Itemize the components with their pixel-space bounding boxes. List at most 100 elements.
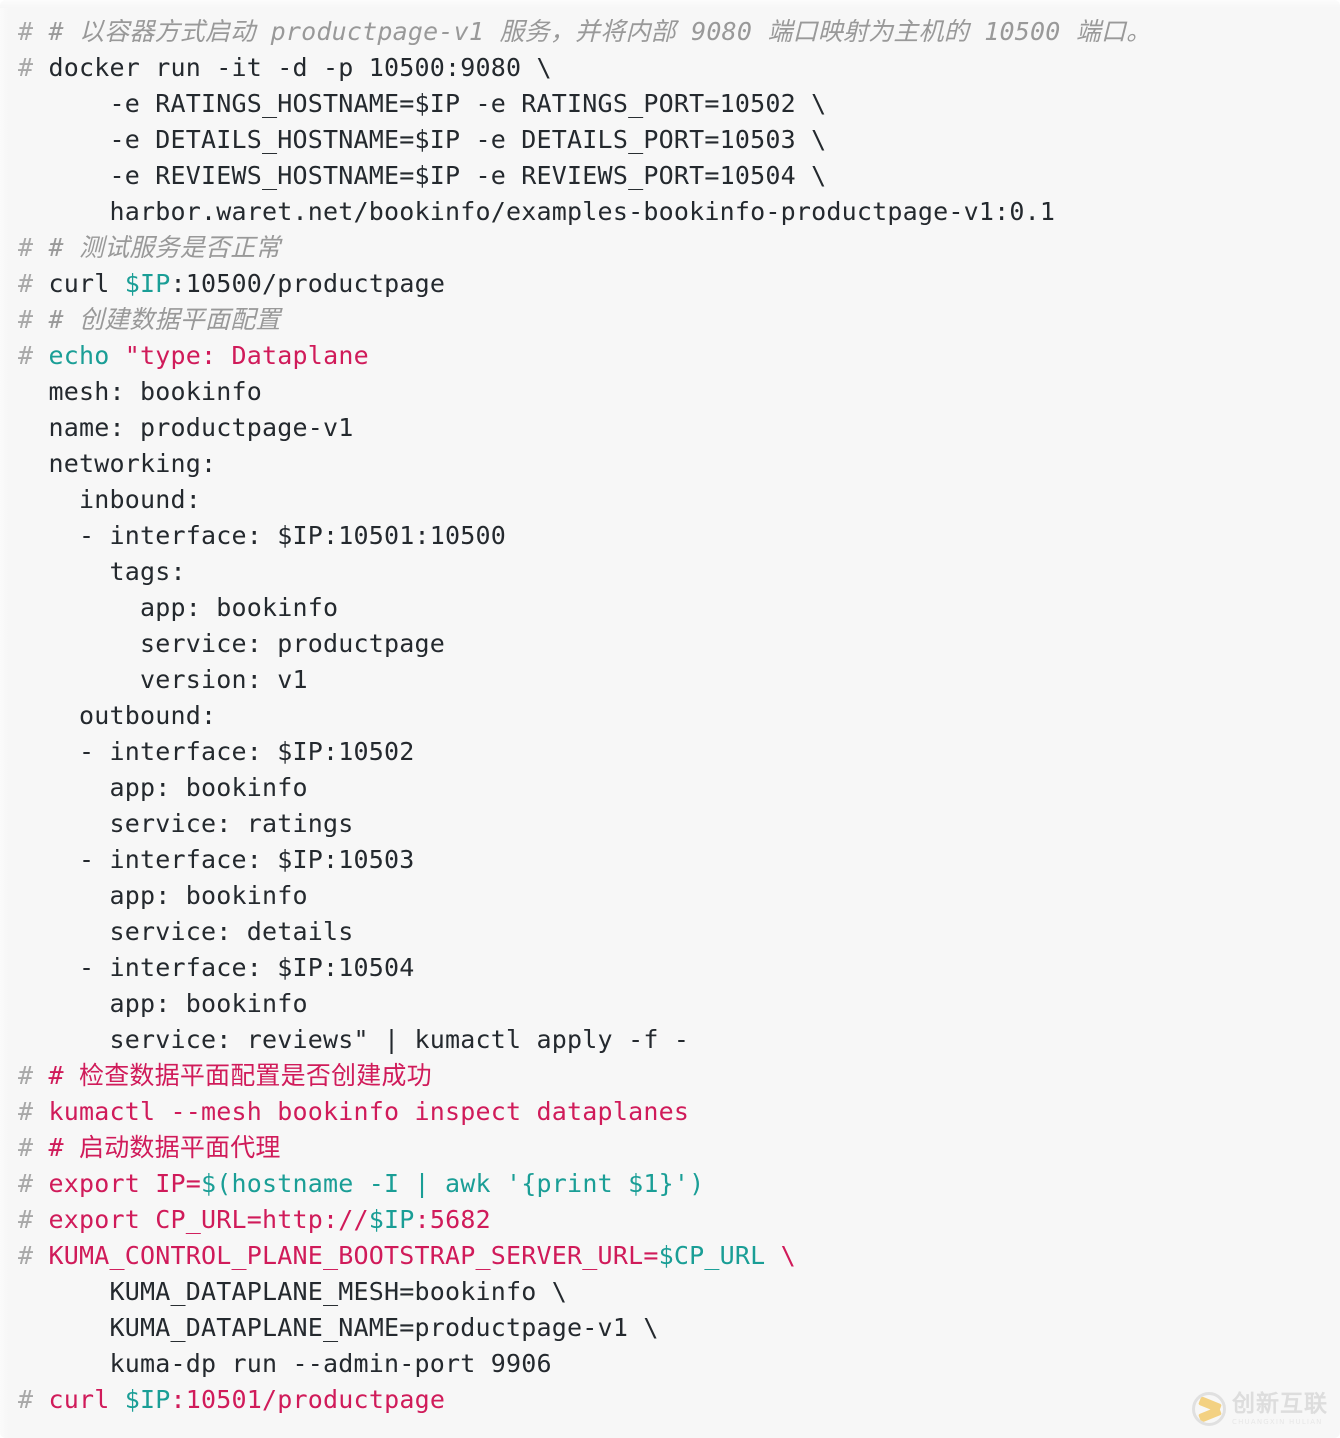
code-token: $IP — [124, 1385, 171, 1414]
code-token: $IP — [368, 1205, 415, 1234]
code-token: # 检查数据平面配置是否创建成功 — [48, 1061, 432, 1090]
code-token: mesh: bookinfo — [48, 377, 263, 406]
code-token: curl — [48, 269, 125, 298]
code-token: # 启动数据平面代理 — [48, 1133, 281, 1162]
code-line: networking: — [18, 446, 1322, 482]
watermark: 创新互联 CHUANGXIN HULIAN — [1192, 1392, 1328, 1426]
code-token: app: bookinfo — [48, 989, 308, 1018]
code-token: export IP= — [48, 1169, 202, 1198]
code-line: # kumactl --mesh bookinfo inspect datapl… — [18, 1094, 1322, 1130]
code-line: # docker run -it -d -p 10500:9080 \ — [18, 50, 1322, 86]
code-line: app: bookinfo — [18, 770, 1322, 806]
code-token: echo — [48, 341, 110, 370]
code-token: export CP_URL=http:// — [48, 1205, 369, 1234]
code-line: service: details — [18, 914, 1322, 950]
code-line: app: bookinfo — [18, 986, 1322, 1022]
prompt-symbol: # — [18, 1097, 49, 1126]
code-line: # KUMA_CONTROL_PLANE_BOOTSTRAP_SERVER_UR… — [18, 1238, 1322, 1274]
code-token: # 以容器方式启动 productpage-v1 服务，并将内部 9080 端口… — [48, 17, 1152, 46]
code-token: service: ratings — [48, 809, 354, 838]
code-line: app: bookinfo — [18, 590, 1322, 626]
watermark-logo-icon — [1192, 1392, 1226, 1426]
code-token: app: bookinfo — [48, 593, 339, 622]
code-token: name: productpage-v1 — [48, 413, 354, 442]
prompt-symbol: # — [18, 53, 49, 82]
code-line: version: v1 — [18, 662, 1322, 698]
code-line: # # 创建数据平面配置 — [18, 302, 1322, 338]
code-token: $(hostname -I | awk '{print $1}') — [201, 1169, 705, 1198]
code-line: outbound: — [18, 698, 1322, 734]
code-line: # export IP=$(hostname -I | awk '{print … — [18, 1166, 1322, 1202]
code-token: $IP — [124, 269, 171, 298]
code-token: KUMA_CONTROL_PLANE_BOOTSTRAP_SERVER_URL= — [48, 1241, 659, 1270]
code-line: # curl $IP:10500/productpage — [18, 266, 1322, 302]
prompt-symbol: # — [18, 305, 49, 334]
code-line: inbound: — [18, 482, 1322, 518]
code-token: tags: — [48, 557, 186, 586]
prompt-symbol: # — [18, 269, 49, 298]
code-line: KUMA_DATAPLANE_MESH=bookinfo \ — [18, 1274, 1322, 1310]
code-token: :10501/productpage — [170, 1385, 446, 1414]
code-line: app: bookinfo — [18, 878, 1322, 914]
code-token: # 创建数据平面配置 — [48, 305, 281, 334]
code-token: - interface: $IP:10501:10500 — [48, 521, 507, 550]
code-token: service: reviews" | kumactl apply -f - — [48, 1025, 690, 1054]
code-line: service: ratings — [18, 806, 1322, 842]
prompt-symbol: # — [18, 1061, 49, 1090]
code-line: service: productpage — [18, 626, 1322, 662]
code-line: mesh: bookinfo — [18, 374, 1322, 410]
code-token: - interface: $IP:10504 — [48, 953, 415, 982]
prompt-symbol: # — [18, 1205, 49, 1234]
code-line: - interface: $IP:10504 — [18, 950, 1322, 986]
prompt-symbol: # — [18, 341, 49, 370]
code-token: \ — [765, 1241, 796, 1270]
code-token: - interface: $IP:10502 — [48, 737, 415, 766]
code-token: version: v1 — [48, 665, 308, 694]
code-line: # echo "type: Dataplane — [18, 338, 1322, 374]
code-token: kumactl --mesh bookinfo inspect dataplan… — [48, 1097, 690, 1126]
code-token: harbor.waret.net/bookinfo/examples-booki… — [48, 197, 1056, 226]
code-token: networking: — [48, 449, 217, 478]
code-token: KUMA_DATAPLANE_MESH=bookinfo \ — [48, 1277, 568, 1306]
code-token: :5682 — [414, 1205, 491, 1234]
code-line: service: reviews" | kumactl apply -f - — [18, 1022, 1322, 1058]
watermark-en-label: CHUANGXIN HULIAN — [1232, 1417, 1323, 1426]
code-token: service: productpage — [48, 629, 446, 658]
code-token: "type: Dataplane — [124, 341, 369, 370]
code-line: kuma-dp run --admin-port 9906 — [18, 1346, 1322, 1382]
code-token: $CP_URL — [658, 1241, 766, 1270]
code-line: -e REVIEWS_HOSTNAME=$IP -e REVIEWS_PORT=… — [18, 158, 1322, 194]
code-line: - interface: $IP:10502 — [18, 734, 1322, 770]
code-line: -e DETAILS_HOSTNAME=$IP -e DETAILS_PORT=… — [18, 122, 1322, 158]
code-line: name: productpage-v1 — [18, 410, 1322, 446]
code-token: docker run -it -d -p 10500:9080 \ — [48, 53, 552, 82]
prompt-symbol: # — [18, 1241, 49, 1270]
code-token: - interface: $IP:10503 — [48, 845, 415, 874]
prompt-symbol: # — [18, 233, 49, 262]
code-token: KUMA_DATAPLANE_NAME=productpage-v1 \ — [48, 1313, 659, 1342]
code-line: # export CP_URL=http://$IP:5682 — [18, 1202, 1322, 1238]
code-token: app: bookinfo — [48, 773, 308, 802]
code-line: # # 启动数据平面代理 — [18, 1130, 1322, 1166]
code-token: kuma-dp run --admin-port 9906 — [48, 1349, 552, 1378]
code-line: # # 检查数据平面配置是否创建成功 — [18, 1058, 1322, 1094]
code-token: # 测试服务是否正常 — [48, 233, 281, 262]
code-line: # # 测试服务是否正常 — [18, 230, 1322, 266]
code-line: # curl $IP:10501/productpage — [18, 1382, 1322, 1418]
code-line: - interface: $IP:10501:10500 — [18, 518, 1322, 554]
code-token: service: details — [48, 917, 354, 946]
prompt-symbol: # — [18, 1133, 49, 1162]
code-token: :10500/productpage — [170, 269, 446, 298]
code-block: # # 以容器方式启动 productpage-v1 服务，并将内部 9080 … — [0, 0, 1340, 1438]
prompt-symbol: # — [18, 1385, 49, 1414]
code-token: -e DETAILS_HOSTNAME=$IP -e DETAILS_PORT=… — [48, 125, 827, 154]
code-token: outbound: — [48, 701, 217, 730]
prompt-symbol: # — [18, 1169, 49, 1198]
code-token: curl — [48, 1385, 125, 1414]
prompt-symbol: # — [18, 17, 49, 46]
code-line: harbor.waret.net/bookinfo/examples-booki… — [18, 194, 1322, 230]
code-token: -e REVIEWS_HOSTNAME=$IP -e REVIEWS_PORT=… — [48, 161, 827, 190]
watermark-cn-label: 创新互联 — [1232, 1390, 1328, 1417]
watermark-text: 创新互联 CHUANGXIN HULIAN — [1232, 1390, 1328, 1426]
